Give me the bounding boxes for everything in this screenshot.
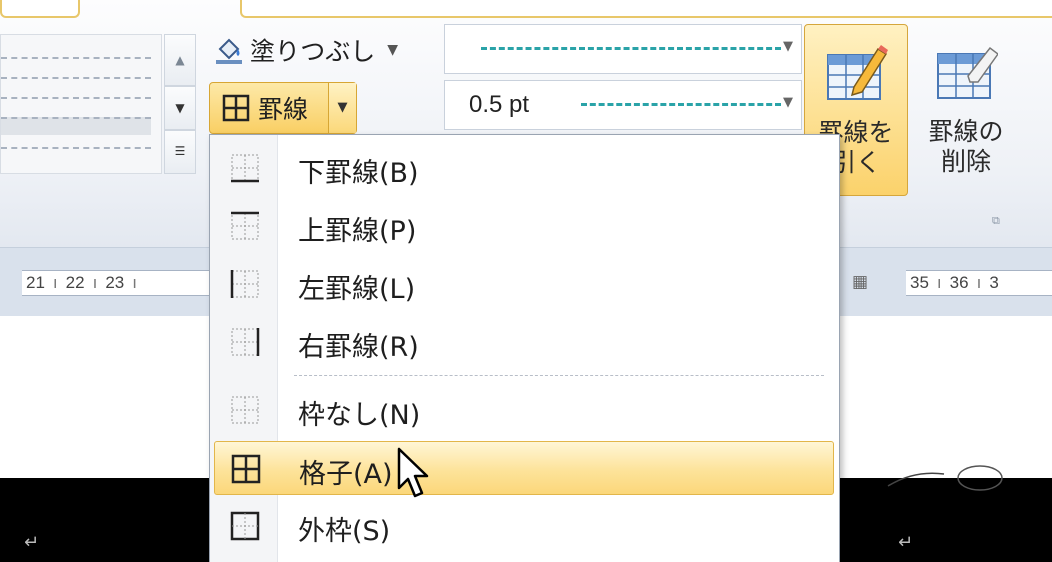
right-border-icon [231,328,260,356]
eraser-label: 罫線の [928,117,1004,146]
menu-item-label: 上罫線(P) [298,216,417,247]
bottom-border-icon [231,154,259,183]
borders-button[interactable]: 罫線 ▼ [209,82,357,134]
menu-item-bottom-border[interactable]: 下罫線(B) [214,141,834,195]
ribbon-tab-stub [240,0,1052,18]
borders-dropdown-arrow[interactable]: ▼ [328,83,356,133]
shading-label: 塗りつぶし [250,37,376,66]
pen-style-preview [481,47,781,50]
gallery-style-line [1,77,151,79]
menu-item-label: 左罫線(L) [298,274,416,305]
gallery-style-line [1,147,151,149]
gallery-scroll-up-button[interactable]: ▲ [164,34,196,86]
menu-item-label: 格子(A) [299,459,393,490]
pencil-table-icon [827,45,888,100]
ruler-number: 22 [65,273,85,292]
menu-item-label: 枠なし(N) [298,400,421,431]
all-borders-icon [222,94,250,122]
eraser-table-icon [937,46,1000,99]
ribbon-tab-stub [0,0,80,18]
shading-button[interactable]: 塗りつぶし ▼ [214,32,398,68]
eraser-label: 削除 [940,147,991,176]
outside-borders-icon [230,511,260,541]
menu-item-all-borders[interactable]: 格子(A) [214,441,834,495]
pen-weight-preview [581,103,781,106]
mouse-cursor-icon [397,447,429,498]
chevron-down-icon: ▼ [783,95,793,110]
all-borders-icon [231,454,261,484]
pen-weight-combo[interactable]: 0.5 pt ▼ [444,80,802,130]
paint-bucket-icon [216,38,242,64]
horizontal-ruler[interactable]: 35 ı 36 ı 3 [906,270,1052,296]
borders-label: 罫線 [258,95,309,124]
ruler-number: 3 [989,273,999,292]
menu-item-top-border[interactable]: 上罫線(P) [214,199,834,253]
ruler-number: 36 [949,273,969,292]
menu-item-left-border[interactable]: 左罫線(L) [214,257,834,311]
menu-item-no-border[interactable]: 枠なし(N) [214,383,834,437]
horizontal-ruler[interactable]: 21 ı 22 ı 23 ı [22,270,222,296]
ruler-number: 35 [910,273,929,292]
gallery-scroll-down-button[interactable]: ▼ [164,86,196,130]
gallery-style-line [1,57,151,59]
table-style-gallery[interactable] [0,34,162,174]
menu-separator [294,375,824,376]
gallery-style-line [1,117,151,135]
eraser-button[interactable]: 罫線の 削除 [914,24,1018,196]
menu-item-outside-borders[interactable]: 外枠(S) [214,499,834,553]
no-border-icon [231,396,259,424]
ruler-number: 21 [26,273,45,292]
doodle-graphic [887,465,1003,491]
chevron-down-icon: ▼ [387,42,399,58]
pen-style-combo[interactable]: ▼ [444,24,802,74]
chevron-down-icon: ▼ [783,39,793,54]
dialog-launcher-icon[interactable]: ⧉ [992,214,1000,228]
paragraph-mark-icon: ↵ [24,532,40,553]
table-grid-marker-icon[interactable]: ▦ [852,272,868,292]
pen-weight-value: 0.5 pt [469,91,530,118]
ruler-number: 23 [105,273,125,292]
gallery-more-button[interactable]: ☰ [164,130,196,174]
top-border-icon [231,211,259,240]
menu-item-label: 右罫線(R) [298,332,419,363]
gallery-style-line [1,97,151,99]
menu-item-label: 外枠(S) [298,516,391,547]
menu-item-right-border[interactable]: 右罫線(R) [214,315,834,369]
paragraph-mark-icon: ↵ [898,532,914,553]
menu-item-label: 下罫線(B) [298,158,419,189]
chevron-down-icon: ▼ [337,100,348,115]
left-border-icon [230,270,259,298]
borders-dropdown-menu: 下罫線(B) 上罫線(P) 左罫線(L) 右罫線(R) 枠なし(N) 格子(A)… [209,134,840,562]
